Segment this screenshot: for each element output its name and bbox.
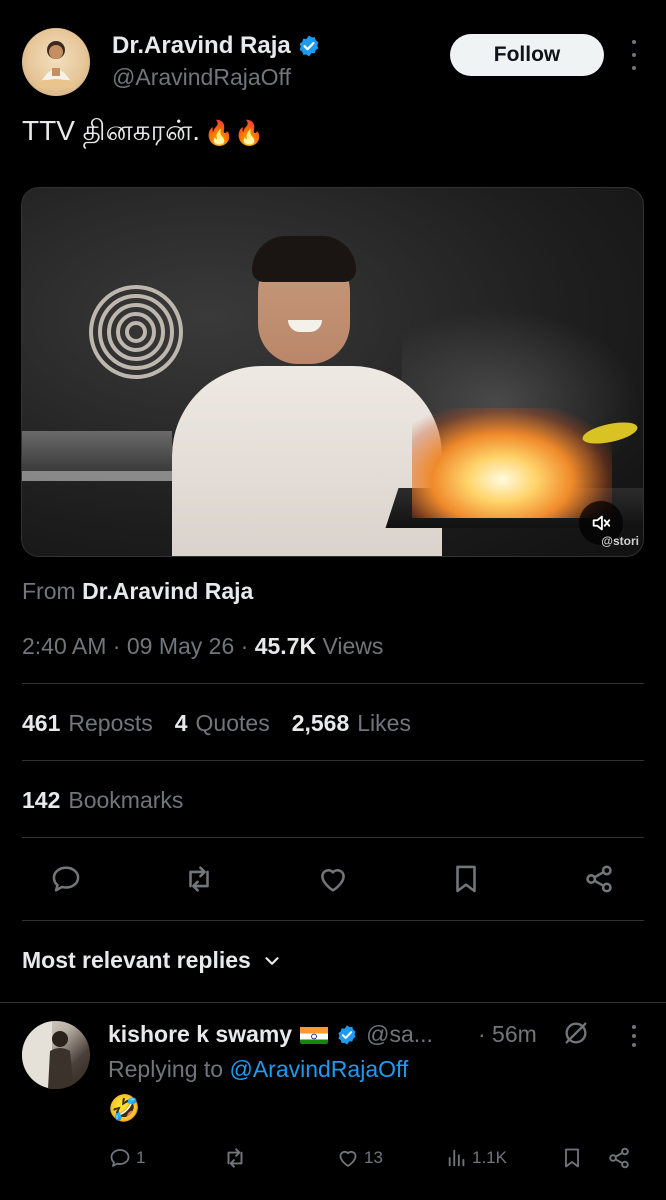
person-avatar-icon <box>22 1021 74 1089</box>
reply-sort-dropdown[interactable]: Most relevant replies <box>22 947 283 974</box>
more-options-icon[interactable] <box>624 40 644 70</box>
divider <box>22 837 644 838</box>
reply-icon[interactable] <box>45 858 87 900</box>
tweet-meta: 2:40 AM · 09 May 26 · 45.7K Views <box>22 633 383 660</box>
views-label: Views <box>322 633 384 659</box>
fire-emoji: 🔥🔥 <box>204 119 264 147</box>
replying-to-link[interactable]: @AravindRajaOff <box>229 1056 408 1082</box>
repost-icon <box>227 1148 243 1168</box>
bookmarks-stat[interactable]: 142 Bookmarks <box>22 787 183 814</box>
views-icon <box>448 1149 465 1167</box>
author-avatar[interactable] <box>22 28 90 96</box>
reply-more-options-icon[interactable] <box>624 1025 644 1047</box>
replying-prefix: Replying to <box>108 1056 224 1082</box>
reply-header: kishore k swamy @sa... <box>108 1021 433 1048</box>
author-name[interactable]: Dr.Aravind Raja <box>112 32 291 60</box>
chevron-down-icon <box>265 956 279 965</box>
bookmark-icon <box>565 1148 579 1168</box>
reply-tweet[interactable]: kishore k swamy @sa... · 56m Replying to… <box>0 1003 666 1200</box>
tweet-header: Dr.Aravind Raja @AravindRajaOff Follow <box>22 24 644 104</box>
reply-like-button[interactable]: 13 <box>336 1143 383 1173</box>
from-prefix: From <box>22 578 76 604</box>
shelf-edge <box>22 471 172 481</box>
divider <box>22 760 644 761</box>
reply-actions: 1 13 1.1K <box>0 1143 666 1173</box>
reply-avatar[interactable] <box>22 1021 90 1089</box>
engagement-stats: 461 Reposts 4 Quotes 2,568 Likes <box>22 710 411 737</box>
reply-repost-button[interactable] <box>222 1143 248 1173</box>
share-icon[interactable] <box>578 858 620 900</box>
reply-bookmark-button[interactable] <box>560 1143 584 1173</box>
like-icon <box>339 1150 357 1167</box>
video-watermark: @stori <box>601 534 639 548</box>
divider <box>22 920 644 921</box>
likes-stat[interactable]: 2,568 Likes <box>292 710 411 737</box>
tweet-body: TTV தினகரன். <box>22 115 201 146</box>
tweet-time[interactable]: 2:40 AM <box>22 633 106 659</box>
tweet-text: TTV தினகரன். 🔥🔥 <box>22 115 264 151</box>
video-player[interactable]: @stori <box>21 187 644 557</box>
speaker-icon <box>592 515 611 531</box>
person-shirt <box>172 366 442 556</box>
shelf <box>22 431 172 471</box>
grok-icon[interactable] <box>562 1019 590 1047</box>
follow-button[interactable]: Follow <box>450 34 604 76</box>
tweet-actions <box>0 858 666 900</box>
reply-views-button[interactable]: 1.1K <box>446 1143 507 1173</box>
from-author-link[interactable]: Dr.Aravind Raja <box>82 578 253 604</box>
fire-flame <box>412 408 612 518</box>
verified-badge-icon <box>338 1024 356 1045</box>
wall-rings-decoration <box>89 285 183 379</box>
reply-icon <box>110 1149 130 1167</box>
like-icon[interactable] <box>312 858 354 900</box>
from-attribution: From Dr.Aravind Raja <box>22 578 253 605</box>
verified-badge-icon <box>299 35 319 57</box>
quotes-stat[interactable]: 4 Quotes <box>175 710 270 737</box>
author-handle[interactable]: @AravindRajaOff <box>112 64 291 91</box>
reply-share-button[interactable] <box>606 1143 632 1173</box>
person-hair <box>252 236 356 282</box>
sage-avatar-icon <box>36 41 76 88</box>
repost-icon[interactable] <box>178 858 220 900</box>
divider <box>22 683 644 684</box>
share-icon <box>609 1147 629 1169</box>
reposts-stat[interactable]: 461 Reposts <box>22 710 153 737</box>
reply-author-name[interactable]: kishore k swamy <box>108 1021 292 1048</box>
replying-to-line: Replying to @AravindRajaOff <box>108 1056 408 1083</box>
sort-label: Most relevant replies <box>22 947 251 973</box>
bookmark-icon[interactable] <box>445 858 487 900</box>
reply-like-count: 13 <box>364 1148 383 1167</box>
reply-reply-count: 1 <box>136 1148 146 1167</box>
views-count: 45.7K <box>254 633 317 659</box>
india-flag-icon <box>300 1025 329 1044</box>
author-name-row: Dr.Aravind Raja <box>112 32 321 60</box>
meta-separator: · <box>240 633 249 659</box>
meta-separator: · <box>112 633 121 659</box>
tweet-date[interactable]: 09 May 26 <box>127 633 234 659</box>
reply-view-count: 1.1K <box>472 1148 507 1167</box>
reply-author-handle[interactable]: @sa... <box>366 1021 433 1048</box>
reply-text: 🤣 <box>108 1093 141 1123</box>
reply-reply-button[interactable]: 1 <box>108 1143 145 1173</box>
reply-time[interactable]: · 56m <box>478 1021 537 1048</box>
